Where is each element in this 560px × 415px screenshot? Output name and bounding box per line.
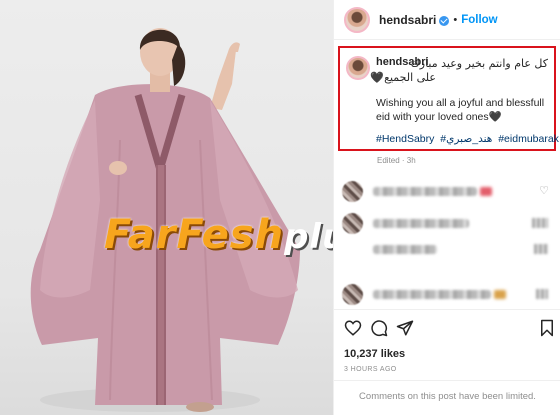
post-photo[interactable]: FarFeshplus.com (0, 0, 333, 415)
hashtag-link[interactable]: #eidmubarak (498, 133, 559, 145)
follow-button[interactable]: Follow (461, 14, 497, 26)
comment-avatar[interactable] (342, 212, 363, 234)
comment-side-blurred (532, 218, 548, 228)
verified-badge-icon (439, 15, 450, 26)
actions-divider (334, 309, 560, 310)
comment-row (342, 212, 552, 234)
comment-emoji-blurred (480, 186, 492, 196)
hashtag-link[interactable]: #هند_صبري (440, 133, 492, 145)
post-header: hendsabri • Follow (334, 0, 560, 40)
comment-avatar[interactable] (342, 180, 363, 202)
post-sidebar: hendsabri • Follow hendsabri كل عام وانت… (333, 0, 560, 415)
caption-hashtags: #HendSabry #هند_صبري #eidmubarak (376, 133, 560, 145)
comment-text-blurred (373, 218, 469, 228)
caption-arabic-line1: كل عام وانتم بخير وعيد مبارك (410, 57, 548, 70)
edited-timestamp: Edited · 3h (377, 156, 416, 165)
share-icon[interactable] (396, 319, 414, 337)
comment-avatar[interactable] (342, 283, 363, 305)
author-username[interactable]: hendsabri (379, 13, 436, 27)
comment-emoji-blurred (494, 289, 506, 299)
comment-text-blurred (373, 289, 491, 299)
comment-like-icon[interactable]: ♡ (539, 185, 549, 197)
caption-avatar[interactable] (346, 56, 370, 80)
caption-arabic-line2: على الجميع🖤 (370, 71, 436, 84)
bookmark-icon[interactable] (538, 319, 556, 337)
comment-icon[interactable] (370, 319, 388, 337)
comment-text-blurred (373, 244, 437, 254)
comments-limited-notice: Comments on this post have been limited. (359, 391, 536, 402)
caption-english-text: Wishing you all a joyful and blessfull e… (376, 97, 545, 123)
caption-highlight-box: hendsabri كل عام وانتم بخير وعيد مبارك ع… (338, 46, 559, 151)
comment-row: ♡ (342, 180, 552, 202)
comment-side-blurred (536, 289, 548, 299)
author-avatar[interactable] (344, 6, 370, 33)
comment-row (342, 238, 552, 260)
post-actions-bar (344, 319, 556, 341)
comment-row (342, 283, 552, 305)
heart-icon[interactable] (344, 319, 362, 337)
watermark-tail-text: plus.com (284, 217, 333, 257)
photo-illustration (30, 28, 300, 412)
watermark-main-text: FarFesh (104, 212, 285, 258)
farfesh-watermark: FarFeshplus.com (104, 212, 333, 272)
comment-text-blurred (373, 186, 477, 196)
comment-side-blurred (534, 244, 548, 254)
post-timestamp[interactable]: 3 HOURS AGO (344, 366, 397, 373)
hashtag-link[interactable]: #HendSabry (376, 133, 434, 145)
limited-divider (334, 380, 560, 381)
like-count[interactable]: 10,237 likes (344, 348, 405, 360)
separator-dot: • (453, 13, 458, 26)
